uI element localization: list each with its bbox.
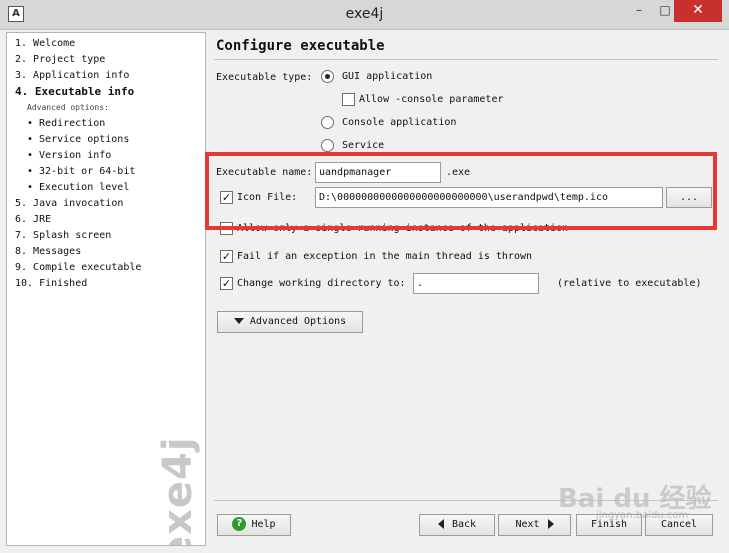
- working-dir-input[interactable]: .: [413, 273, 539, 294]
- fail-exception-checkbox[interactable]: ✓: [220, 250, 233, 263]
- step-32-or-64-bit[interactable]: • 32-bit or 64-bit: [27, 166, 135, 177]
- step-java-invocation[interactable]: 5. Java invocation: [15, 198, 123, 209]
- step-redirection[interactable]: • Redirection: [27, 118, 105, 129]
- console-application-label[interactable]: Console application: [342, 117, 456, 128]
- icon-file-checkbox[interactable]: ✓: [220, 191, 233, 204]
- finish-button[interactable]: Finish: [576, 514, 642, 536]
- gui-application-label[interactable]: GUI application: [342, 71, 432, 82]
- steps-panel: 1. Welcome 2. Project type 3. Applicatio…: [6, 32, 206, 546]
- advanced-options-heading: Advanced options:: [27, 103, 109, 112]
- icon-file-label[interactable]: Icon File:: [237, 192, 297, 203]
- service-radio[interactable]: [321, 139, 334, 152]
- allow-console-checkbox[interactable]: [342, 93, 355, 106]
- browse-icon-button[interactable]: ...: [666, 187, 712, 208]
- back-button[interactable]: Back: [419, 514, 495, 536]
- advanced-options-button[interactable]: Advanced Options: [217, 311, 363, 333]
- cancel-button[interactable]: Cancel: [645, 514, 713, 536]
- step-service-options[interactable]: • Service options: [27, 134, 129, 145]
- help-label: Help: [251, 519, 276, 530]
- step-welcome[interactable]: 1. Welcome: [15, 38, 75, 49]
- arrow-left-icon: [437, 519, 444, 529]
- step-jre[interactable]: 6. JRE: [15, 214, 51, 225]
- minimize-button[interactable]: –: [626, 0, 652, 22]
- step-messages[interactable]: 8. Messages: [15, 246, 81, 257]
- step-execution-level[interactable]: • Execution level: [27, 182, 129, 193]
- allow-console-label[interactable]: Allow -console parameter: [359, 94, 504, 105]
- advanced-options-label: Advanced Options: [249, 316, 347, 327]
- console-application-radio[interactable]: [321, 116, 334, 129]
- executable-name-input[interactable]: uandpmanager: [315, 162, 441, 183]
- exe4j-logo: exe4j: [155, 436, 201, 546]
- next-button[interactable]: Next: [498, 514, 571, 536]
- step-splash-screen[interactable]: 7. Splash screen: [15, 230, 111, 241]
- step-finished[interactable]: 10. Finished: [15, 278, 87, 289]
- main-panel: Configure executable Executable type: GU…: [208, 32, 722, 546]
- change-dir-label[interactable]: Change working directory to:: [237, 278, 406, 289]
- window-title: exe4j: [345, 6, 384, 22]
- step-project-type[interactable]: 2. Project type: [15, 54, 105, 65]
- title-bar: A exe4j – □ ✕: [0, 0, 729, 30]
- page-title: Configure executable: [216, 38, 385, 54]
- step-version-info[interactable]: • Version info: [27, 150, 111, 161]
- service-label[interactable]: Service: [342, 140, 384, 151]
- executable-type-label: Executable type:: [216, 72, 313, 83]
- single-instance-checkbox[interactable]: [220, 222, 233, 235]
- help-button[interactable]: ? Help: [217, 514, 291, 536]
- step-executable-info[interactable]: 4. Executable info: [15, 85, 134, 98]
- fail-exception-label[interactable]: Fail if an exception in the main thread …: [237, 251, 532, 262]
- exe-suffix: .exe: [446, 167, 471, 178]
- single-instance-label[interactable]: Allow only a single running instance of …: [237, 223, 568, 234]
- help-icon: ?: [232, 517, 247, 531]
- next-label: Next: [515, 519, 540, 530]
- triangle-down-icon: [233, 318, 244, 324]
- title-divider: [214, 59, 718, 60]
- arrow-right-icon: [547, 519, 554, 529]
- change-dir-checkbox[interactable]: ✓: [220, 277, 233, 290]
- icon-file-input[interactable]: D:\0000000000000000000000000\userandpwd\…: [315, 187, 663, 208]
- footer-divider: [214, 500, 718, 501]
- executable-name-label: Executable name:: [216, 167, 313, 178]
- close-button[interactable]: ✕: [674, 0, 722, 22]
- step-application-info[interactable]: 3. Application info: [15, 70, 129, 81]
- step-compile-executable[interactable]: 9. Compile executable: [15, 262, 141, 273]
- gui-application-radio[interactable]: [321, 70, 334, 83]
- back-label: Back: [451, 519, 477, 530]
- relative-note: (relative to executable): [557, 278, 702, 289]
